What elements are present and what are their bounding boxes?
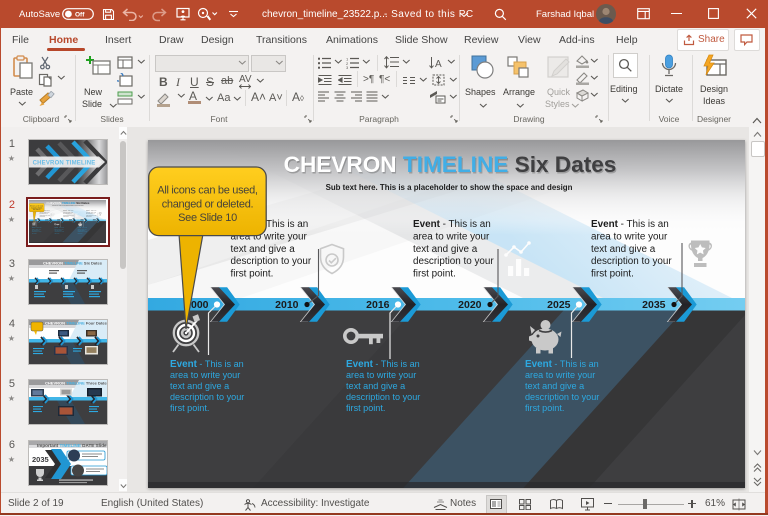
svg-text:3: 3: [346, 65, 349, 69]
svg-text:first point.: first point.: [346, 403, 385, 413]
svg-text:CHEVRON TIMELINE Three Dates: CHEVRON TIMELINE Three Dates: [45, 381, 107, 386]
svg-text:text and give a: text and give a: [170, 381, 230, 391]
svg-text:CHEVRON TIMELINE Four Dates: CHEVRON TIMELINE Four Dates: [45, 321, 107, 326]
svg-text:first point.: first point.: [525, 403, 564, 413]
svg-text:CHEVRON TIMELINE Six Dates: CHEVRON TIMELINE Six Dates: [284, 152, 617, 177]
svg-text:A: A: [435, 59, 442, 69]
svg-text:2010: 2010: [275, 299, 299, 311]
svg-text:Event - This is an: Event - This is an: [346, 359, 420, 370]
svg-text:changed or deleted.: changed or deleted.: [162, 199, 254, 211]
svg-text:description to your: description to your: [591, 256, 672, 267]
svg-text:Event - This is an: Event - This is an: [413, 219, 491, 230]
svg-text:Sub text here. This is a place: Sub text here. This is a placeholder to …: [326, 183, 573, 192]
svg-text:area to write your: area to write your: [413, 231, 490, 242]
svg-text:CHEVRON TIMELINE: CHEVRON TIMELINE: [33, 161, 96, 167]
svg-text:CHEVRON TIMELINE Six Dates: CHEVRON TIMELINE Six Dates: [43, 261, 103, 266]
svg-text:Event - This is an: Event - This is an: [525, 359, 599, 370]
svg-text:first point.: first point.: [591, 269, 634, 280]
svg-text:text and give a: text and give a: [346, 381, 406, 391]
svg-text:area to write your: area to write your: [591, 231, 668, 242]
svg-text:2035: 2035: [32, 455, 49, 464]
svg-text:description to your: description to your: [231, 256, 312, 267]
svg-text:2020: 2020: [458, 299, 482, 311]
svg-text:text and give a: text and give a: [591, 244, 656, 255]
svg-text:description to your: description to your: [525, 392, 599, 402]
svg-text:2016: 2016: [366, 299, 390, 311]
svg-text:Off: Off: [75, 12, 85, 19]
svg-text:area to write your: area to write your: [170, 370, 240, 380]
svg-text:2035: 2035: [642, 299, 666, 311]
svg-text:2025: 2025: [547, 299, 571, 311]
svg-text:Event - This is an: Event - This is an: [170, 359, 244, 370]
svg-text:text and give a: text and give a: [413, 244, 478, 255]
svg-text:first point.: first point.: [413, 269, 456, 280]
svg-text:Event - This is an: Event - This is an: [591, 219, 669, 230]
svg-text:Important TIMELINE DATE Slide: Important TIMELINE DATE Slide 1: [37, 443, 107, 448]
svg-text:first point.: first point.: [231, 269, 274, 280]
svg-text:first point.: first point.: [170, 403, 209, 413]
svg-text:description to your: description to your: [346, 392, 420, 402]
svg-text:See Slide 10: See Slide 10: [178, 212, 237, 224]
svg-text:description to your: description to your: [170, 392, 244, 402]
svg-text:text and give a: text and give a: [231, 244, 296, 255]
svg-text:area to write your: area to write your: [346, 370, 416, 380]
svg-text:area to write your: area to write your: [525, 370, 595, 380]
svg-text:All icons can be used,: All icons can be used,: [157, 185, 258, 197]
svg-text:description to your: description to your: [413, 256, 494, 267]
svg-text:text and give a: text and give a: [525, 381, 585, 391]
